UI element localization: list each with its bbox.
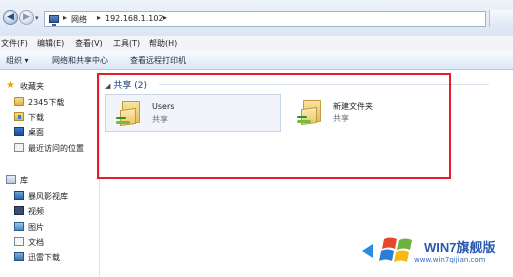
nav-item-label: 下载 bbox=[28, 113, 44, 122]
nav-item-label: 迅雷下载 bbox=[28, 253, 60, 262]
menu-bar: 文件(F) 编辑(E) 查看(V) 工具(T) 帮助(H) bbox=[0, 36, 513, 51]
windows-logo-icon bbox=[360, 233, 418, 269]
network-sharing-center-button[interactable]: 网络和共享中心 bbox=[52, 55, 108, 66]
media-library-icon bbox=[14, 191, 24, 200]
refresh-button[interactable] bbox=[489, 10, 513, 27]
nav-item-label: 最近访问的位置 bbox=[28, 144, 84, 153]
watermark-title: WIN7旗舰版 bbox=[424, 240, 496, 255]
thunder-download-icon bbox=[14, 252, 24, 261]
forward-arrow-icon[interactable]: ▶ bbox=[19, 10, 34, 25]
breadcrumb-network[interactable]: 网络 bbox=[71, 14, 87, 25]
address-field[interactable]: ▸ 网络 ▸ 192.168.1.102 ▸ bbox=[44, 11, 486, 27]
nav-item-label: 桌面 bbox=[28, 128, 44, 137]
library-icon bbox=[6, 175, 16, 184]
address-bar: ◀ ▶ ▾ ▸ 网络 ▸ 192.168.1.102 ▸ bbox=[0, 0, 513, 36]
breadcrumb-separator-icon[interactable]: ▸ bbox=[163, 13, 167, 22]
star-icon: ★ bbox=[6, 80, 15, 91]
documents-icon bbox=[14, 237, 24, 246]
history-dropdown-icon[interactable]: ▾ bbox=[35, 14, 39, 22]
nav-item-label: 视频 bbox=[28, 207, 44, 216]
recent-places-icon bbox=[14, 143, 24, 152]
nav-item-label: 文档 bbox=[28, 238, 44, 247]
nav-item-label: 2345下载 bbox=[28, 98, 65, 107]
command-bar: 组织 ▾ 网络和共享中心 查看远程打印机 bbox=[0, 51, 513, 70]
video-icon bbox=[14, 206, 24, 215]
breadcrumb-separator-icon[interactable]: ▸ bbox=[63, 13, 67, 22]
menu-view[interactable]: 查看(V) bbox=[75, 38, 103, 49]
breadcrumb-separator-icon[interactable]: ▸ bbox=[97, 13, 101, 22]
highlight-annotation-box bbox=[97, 73, 451, 179]
nav-library-label: 库 bbox=[20, 176, 28, 185]
menu-edit[interactable]: 编辑(E) bbox=[37, 38, 64, 49]
breadcrumb-host[interactable]: 192.168.1.102 bbox=[105, 14, 164, 23]
menu-tools[interactable]: 工具(T) bbox=[113, 38, 140, 49]
back-arrow-icon[interactable]: ◀ bbox=[3, 10, 18, 25]
folder-icon bbox=[14, 97, 24, 106]
navigation-pane: ★ 收藏夹 2345下载 下载 桌面 最近访问的位置 库 暴风影视库 视频 图片… bbox=[0, 70, 100, 277]
pictures-icon bbox=[14, 222, 24, 231]
nav-favorites-label: 收藏夹 bbox=[20, 82, 44, 91]
menu-file[interactable]: 文件(F) bbox=[1, 38, 28, 49]
nav-item-label: 图片 bbox=[28, 223, 44, 232]
organize-button[interactable]: 组织 ▾ bbox=[6, 55, 29, 66]
downloads-folder-icon bbox=[14, 112, 24, 121]
network-icon bbox=[49, 15, 59, 26]
view-remote-printers-button[interactable]: 查看远程打印机 bbox=[130, 55, 186, 66]
nav-item-label: 暴风影视库 bbox=[28, 192, 68, 201]
desktop-icon bbox=[14, 127, 24, 136]
watermark-url: www.win7qijian.com bbox=[414, 256, 486, 264]
menu-help[interactable]: 帮助(H) bbox=[149, 38, 177, 49]
